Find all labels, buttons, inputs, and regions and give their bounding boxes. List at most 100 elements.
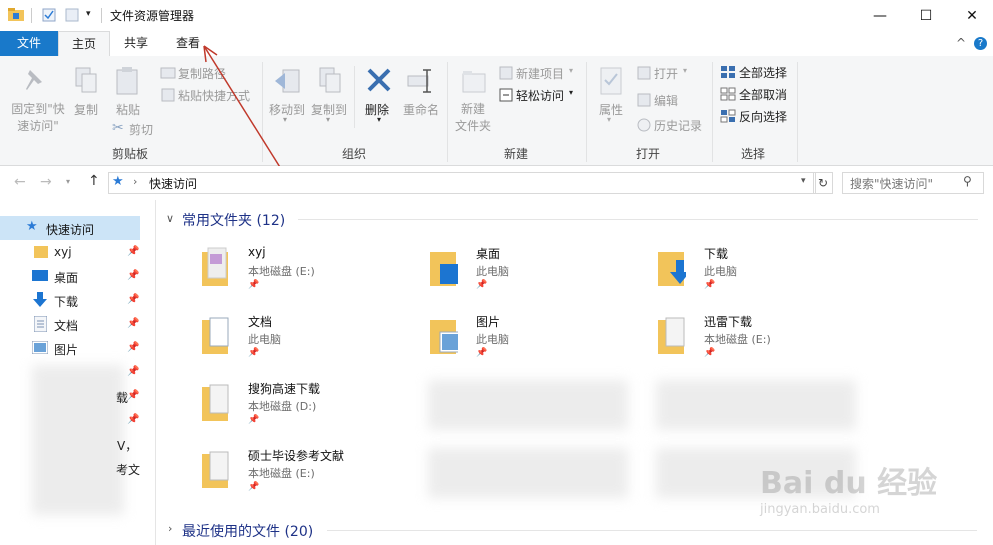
new-folder-qat-icon[interactable] bbox=[65, 8, 79, 22]
forward-icon[interactable]: → bbox=[40, 174, 52, 190]
tab-share[interactable]: 共享 bbox=[110, 31, 162, 56]
pin-icon: 📌 bbox=[127, 270, 140, 281]
copy-button[interactable]: 复制 bbox=[72, 101, 100, 118]
folder-tile-documents[interactable]: 文档 此电脑 📌 bbox=[200, 310, 400, 366]
easy-access-button[interactable]: 轻松访问 bbox=[516, 87, 564, 104]
nav-item-documents[interactable]: 文档 📌 bbox=[0, 313, 145, 337]
desktop-icon bbox=[32, 270, 48, 281]
quick-access-star-icon: ★ bbox=[112, 174, 124, 189]
pin-icon bbox=[26, 70, 42, 90]
recent-files-header[interactable]: 最近使用的文件 (20) bbox=[182, 521, 313, 541]
select-all-icon bbox=[721, 66, 735, 78]
close-button[interactable]: ✕ bbox=[949, 0, 993, 31]
delete-icon bbox=[367, 68, 391, 92]
select-all-button[interactable]: 全部选择 bbox=[739, 64, 787, 81]
address-bar[interactable]: ★ › 快速访问 ▾ bbox=[108, 172, 816, 194]
blurred-nav-items bbox=[32, 365, 124, 515]
qat-divider bbox=[31, 8, 32, 23]
nav-item-downloads[interactable]: 下载 📌 bbox=[0, 289, 145, 313]
invert-selection-button[interactable]: 反向选择 bbox=[739, 108, 787, 125]
blurred-folder-tile bbox=[428, 448, 628, 498]
baidu-watermark: Bai du 经验 jingyan.baidu.com bbox=[760, 458, 985, 528]
maximize-button[interactable]: ☐ bbox=[903, 0, 949, 31]
folder-tile-downloads[interactable]: 下载 此电脑 📌 bbox=[656, 242, 856, 298]
section-collapse-icon[interactable]: ∨ bbox=[166, 212, 174, 225]
pictures-icon bbox=[32, 341, 48, 354]
nav-item-label: 图片 bbox=[54, 343, 79, 357]
pin-icon: 📌 bbox=[127, 246, 140, 257]
nav-scrollbar[interactable] bbox=[145, 200, 155, 545]
properties-dropdown-icon[interactable]: ▾ bbox=[607, 115, 611, 124]
nav-item-pictures[interactable]: 图片 📌 bbox=[0, 337, 145, 361]
folder-name: 迅雷下载 bbox=[704, 315, 753, 329]
folder-tile-xunlei[interactable]: 迅雷下载 本地磁盘 (E:) 📌 bbox=[656, 310, 856, 366]
header-divider bbox=[298, 219, 978, 220]
open-dropdown-icon[interactable]: ▾ bbox=[683, 66, 687, 75]
select-none-button[interactable]: 全部取消 bbox=[739, 86, 787, 103]
folder-location: 此电脑 bbox=[248, 333, 281, 346]
back-icon[interactable]: ← bbox=[14, 174, 26, 190]
refresh-button[interactable]: ↻ bbox=[813, 172, 833, 194]
new-item-button[interactable]: 新建项目 bbox=[516, 65, 564, 82]
minimize-button[interactable]: — bbox=[857, 0, 903, 31]
documents-folder-icon bbox=[202, 317, 229, 354]
edit-button[interactable]: 编辑 bbox=[654, 92, 678, 109]
folder-tile-xyj[interactable]: xyj 本地磁盘 (E:) 📌 bbox=[200, 242, 400, 298]
new-folder-button[interactable]: 新建 文件夹 bbox=[453, 101, 493, 135]
search-input[interactable]: 搜索"快速访问" bbox=[850, 175, 933, 192]
paste-button[interactable]: 粘贴 bbox=[114, 101, 142, 118]
organize-group-label: 组织 bbox=[341, 147, 366, 161]
qat-dropdown-icon[interactable]: ▾ bbox=[86, 9, 91, 19]
watermark-brand: Bai du 经验 bbox=[760, 466, 938, 501]
folder-location: 此电脑 bbox=[476, 333, 509, 346]
search-box[interactable]: 搜索"快速访问" ⚲ bbox=[842, 172, 984, 194]
nav-partial-text: 载 bbox=[116, 391, 129, 405]
tab-file[interactable]: 文件 bbox=[0, 31, 58, 56]
nav-item-label: 下载 bbox=[54, 295, 79, 309]
pin-icon: 📌 bbox=[248, 482, 260, 492]
rename-button[interactable]: 重命名 bbox=[401, 101, 441, 118]
delete-dropdown-icon[interactable]: ▾ bbox=[377, 115, 381, 124]
history-button[interactable]: 历史记录 bbox=[654, 117, 702, 134]
folder-tile-pictures[interactable]: 图片 此电脑 📌 bbox=[428, 310, 628, 366]
pin-icon: 📌 bbox=[127, 414, 140, 425]
copy-to-icon bbox=[319, 67, 341, 93]
qat-divider-2 bbox=[101, 8, 102, 23]
tab-home[interactable]: 主页 bbox=[58, 31, 110, 58]
nav-item-xyj[interactable]: xyj 📌 bbox=[0, 241, 145, 265]
invert-selection-icon bbox=[720, 109, 736, 123]
paste-icon bbox=[116, 67, 138, 95]
help-icon[interactable]: ? bbox=[974, 37, 987, 50]
folder-location: 此电脑 bbox=[476, 265, 509, 278]
nav-quick-access-label: 快速访问 bbox=[46, 223, 95, 237]
recent-locations-icon[interactable]: ▾ bbox=[66, 177, 70, 186]
search-icon[interactable]: ⚲ bbox=[963, 174, 972, 188]
folder-tile-desktop[interactable]: 桌面 此电脑 📌 bbox=[428, 242, 628, 298]
ribbon-collapse-icon[interactable]: ^ bbox=[956, 36, 966, 50]
address-dropdown-icon[interactable]: ▾ bbox=[801, 176, 806, 186]
folder-tile-sogou[interactable]: 搜狗高速下载 本地磁盘 (D:) 📌 bbox=[200, 377, 400, 433]
properties-check-icon[interactable] bbox=[42, 8, 56, 22]
pin-quick-access-button[interactable]: 固定到"快 速访问" bbox=[8, 101, 68, 135]
nav-quick-access[interactable]: ★ 快速访问 bbox=[0, 216, 140, 240]
new-item-dropdown-icon[interactable]: ▾ bbox=[569, 66, 573, 75]
desktop-folder-icon bbox=[430, 252, 458, 286]
folder-name: xyj bbox=[248, 245, 266, 259]
frequent-folders-header[interactable]: 常用文件夹 (12) bbox=[182, 210, 285, 230]
open-button[interactable]: 打开 bbox=[654, 65, 678, 82]
easy-access-icon bbox=[499, 88, 513, 102]
nav-item-desktop[interactable]: 桌面 📌 bbox=[0, 265, 145, 289]
section-expand-icon[interactable]: › bbox=[168, 522, 172, 535]
nav-partial-text: 考文 bbox=[116, 463, 141, 477]
explorer-app-icon[interactable] bbox=[8, 8, 24, 22]
cut-icon: ✂ bbox=[112, 120, 124, 136]
title-bar: ▾ 文件资源管理器 — ☐ ✕ bbox=[0, 0, 993, 31]
ribbon-separator-small bbox=[354, 66, 355, 128]
up-icon[interactable]: ↑ bbox=[88, 173, 100, 189]
copy-to-dropdown-icon[interactable]: ▾ bbox=[326, 115, 330, 124]
cut-button[interactable]: 剪切 bbox=[129, 121, 153, 138]
pin-icon: 📌 bbox=[127, 318, 140, 329]
easy-access-dropdown-icon[interactable]: ▾ bbox=[569, 88, 573, 97]
folder-tile-thesis-refs[interactable]: 硕士毕设参考文献 本地磁盘 (E:) 📌 bbox=[200, 444, 400, 500]
breadcrumb[interactable]: 快速访问 bbox=[149, 175, 197, 192]
